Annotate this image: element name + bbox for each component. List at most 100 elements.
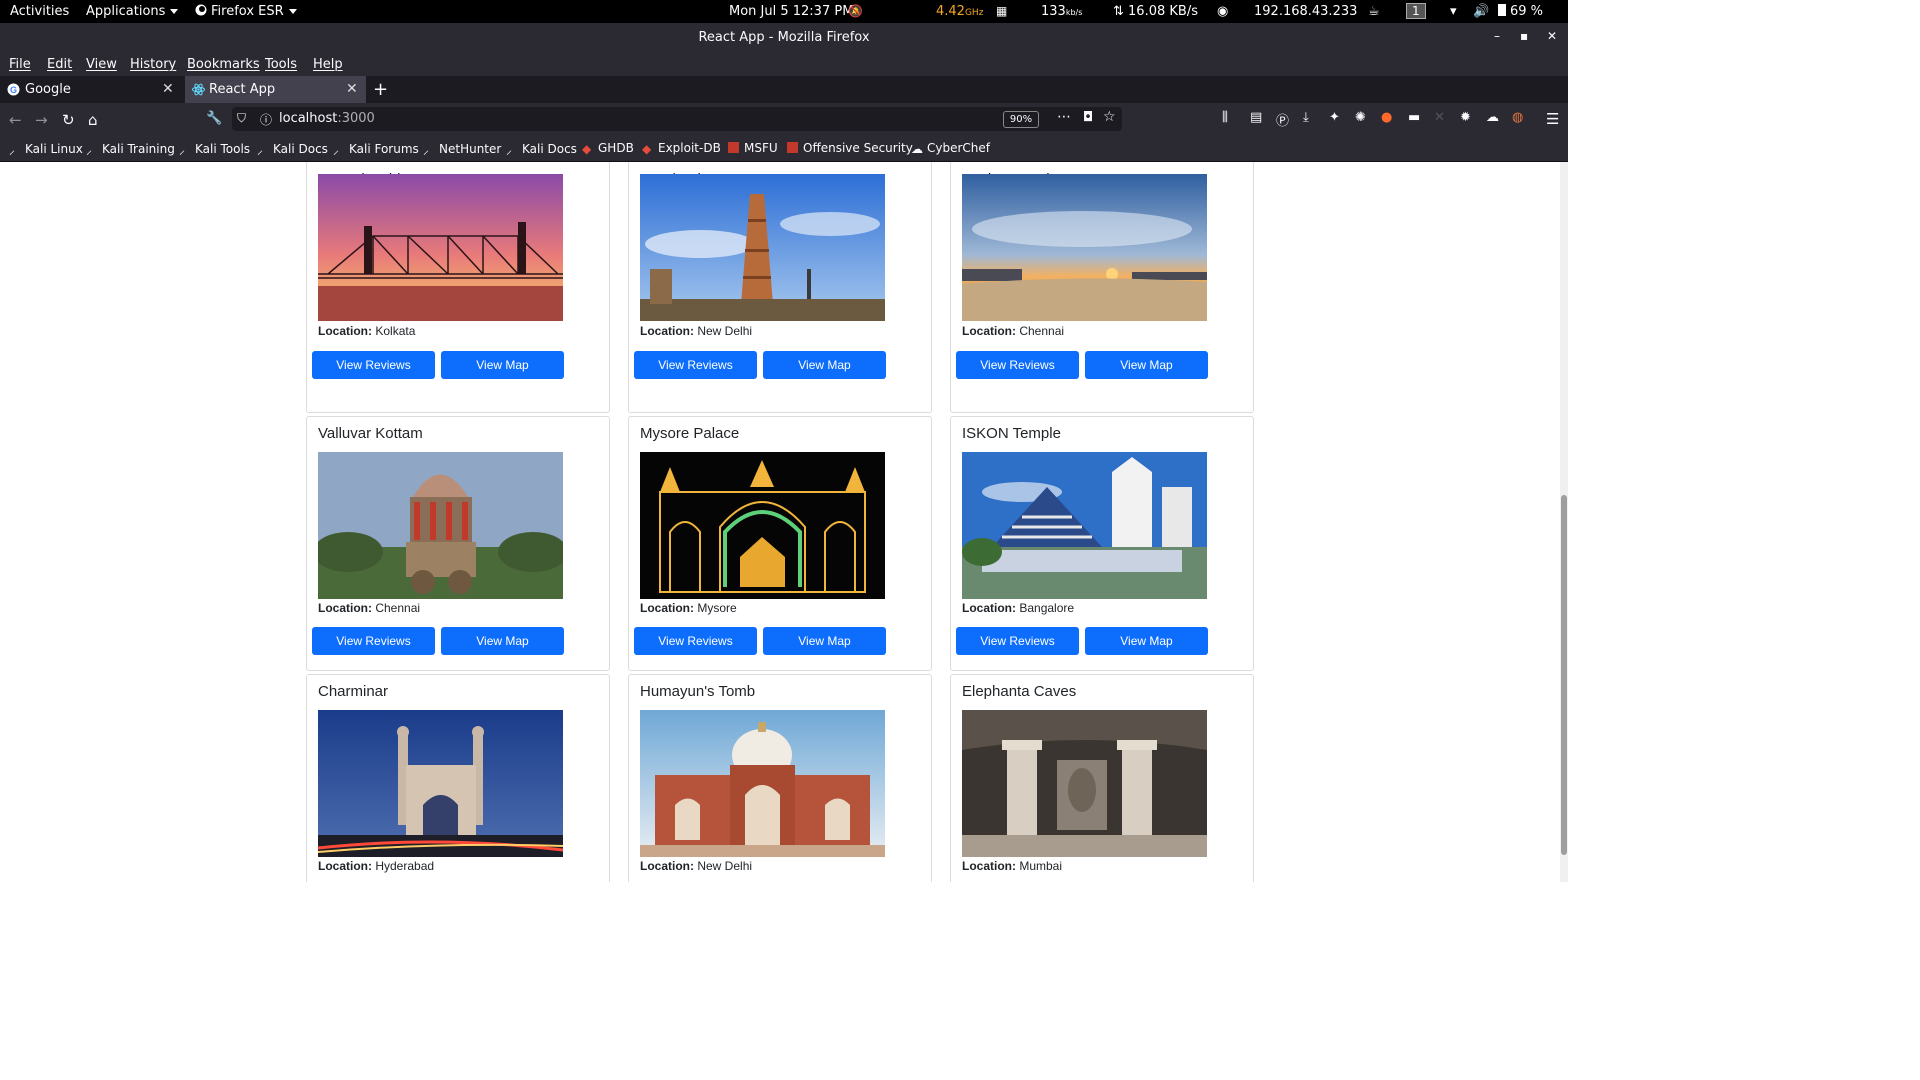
bookmark-label: Kali Docs (522, 142, 577, 156)
minimize-icon[interactable]: – (1494, 29, 1500, 43)
downloads-icon[interactable]: ⤓ (1303, 110, 1309, 125)
scrollbar-thumb[interactable] (1561, 495, 1567, 855)
hamburger-menu-icon[interactable]: ☰ (1546, 110, 1559, 128)
kali-dragon-icon: ⸝ (179, 143, 186, 157)
menu-file[interactable]: File (9, 57, 31, 72)
url-text[interactable]: localhost:3000 (279, 111, 375, 126)
bookmark-star-icon[interactable]: ☆ (1103, 109, 1116, 125)
applications-menu[interactable]: Applications (86, 4, 179, 19)
bookmark-offensive-security[interactable]: Offensive Security (787, 141, 913, 155)
bookmark-cyberchef[interactable]: ☁ CyberChef (911, 141, 990, 156)
bookmark-kali-linux[interactable]: ⸝ Kali Linux (9, 141, 83, 157)
place-title: ISKON Temple (962, 425, 1061, 442)
extension-p-icon[interactable]: Ⓟ (1276, 110, 1289, 129)
humayuns-tomb-image (640, 710, 885, 857)
menu-help[interactable]: Help (313, 57, 343, 72)
firefox-app-menu[interactable]: Firefox ESR (195, 4, 297, 19)
extension-orange-icon[interactable]: ◍ (1512, 110, 1523, 125)
bookmark-kali-forums[interactable]: ⸝ Kali Forums (333, 141, 419, 157)
location-label: Location: (962, 601, 1016, 615)
offsec-icon (787, 142, 798, 153)
view-reviews-button[interactable]: View Reviews (634, 351, 757, 379)
bookmark-kali-training[interactable]: ⸝ Kali Training (86, 141, 175, 157)
menu-bookmarks[interactable]: Bookmarks (187, 57, 260, 72)
extension-cookie-icon[interactable]: ✺ (1355, 110, 1366, 125)
close-tab-icon[interactable]: ✕ (162, 81, 174, 97)
place-card: Howrah Bridge Location: Kolkata View Rev… (306, 162, 610, 413)
library-icon[interactable]: ⫼ (1222, 110, 1228, 125)
url-bar[interactable]: ⛉ ⓘ localhost:3000 90% ⋯ ◘ ☆ (232, 107, 1122, 131)
menu-history[interactable]: History (130, 57, 176, 72)
window-titlebar: React App - Mozilla Firefox – ▪ ✕ (0, 23, 1568, 52)
location-value: New Delhi (697, 859, 753, 873)
zoom-indicator[interactable]: 90% (1003, 111, 1039, 128)
location-value: New Delhi (697, 324, 753, 338)
transfer-value: 16.08 KB/s (1128, 4, 1198, 19)
bookmark-msfu[interactable]: MSFU (728, 141, 778, 155)
tab-google[interactable]: G Google ✕ (0, 76, 183, 103)
home-icon[interactable]: ⌂ (88, 111, 98, 129)
view-map-button[interactable]: View Map (763, 627, 886, 655)
offsec-icon (728, 142, 739, 153)
extension-fox-icon[interactable]: ● (1381, 110, 1392, 125)
menu-tools[interactable]: Tools (265, 57, 297, 72)
clock[interactable]: Mon Jul 5 12:37 PM (729, 4, 853, 19)
view-reviews-button[interactable]: View Reviews (312, 627, 435, 655)
wrench-icon[interactable]: 🔧 (206, 111, 222, 126)
extension-flag-icon[interactable]: ▬ (1408, 110, 1420, 125)
volume-icon: 🔊 (1473, 4, 1490, 19)
extension-cloud-icon[interactable]: ☁ (1486, 110, 1499, 125)
new-tab-icon[interactable]: + (373, 79, 388, 100)
bookmark-kali-docs-2[interactable]: ⸝ Kali Docs (506, 141, 577, 157)
place-card: Marina Beach Location: Chennai View Revi… (950, 162, 1254, 413)
view-reviews-button[interactable]: View Reviews (634, 627, 757, 655)
activities-button[interactable]: Activities (10, 4, 69, 19)
view-map-button[interactable]: View Map (1085, 351, 1208, 379)
extension-gear-icon[interactable]: ✹ (1460, 110, 1471, 125)
howrah-bridge-image (318, 174, 563, 321)
view-reviews-button[interactable]: View Reviews (956, 351, 1079, 379)
site-info-icon[interactable]: ⓘ (260, 111, 272, 128)
menu-edit[interactable]: Edit (47, 57, 72, 72)
tracking-shield-icon[interactable]: ⛉ (237, 111, 246, 126)
pocket-icon[interactable]: ◘ (1083, 110, 1093, 125)
place-image-charminar (318, 710, 563, 857)
view-reviews-button[interactable]: View Reviews (312, 351, 435, 379)
view-reviews-button[interactable]: View Reviews (956, 627, 1079, 655)
back-icon[interactable]: ← (9, 111, 22, 129)
react-icon (192, 83, 205, 96)
bookmark-kali-docs[interactable]: ⸝ Kali Docs (257, 141, 328, 157)
close-icon[interactable]: ✕ (1547, 29, 1557, 43)
kali-dragon-icon: ⸝ (333, 143, 340, 157)
system-monitor-icon: ▦ (996, 4, 1008, 18)
bookmark-label: Kali Training (102, 142, 175, 156)
extension-bird-icon[interactable]: ✦ (1329, 110, 1340, 125)
close-tab-icon[interactable]: ✕ (346, 81, 358, 97)
bookmark-nethunter[interactable]: ⸝ NetHunter (423, 141, 501, 157)
workspace-indicator[interactable]: 1 (1406, 3, 1426, 19)
iskon-temple-image (962, 452, 1207, 599)
place-location: Location: Kolkata (318, 324, 415, 338)
page-viewport: Howrah Bridge Location: Kolkata View Rev… (0, 162, 1560, 882)
bookmark-label: Kali Forums (349, 142, 419, 156)
bookmark-ghdb[interactable]: ◆ GHDB (582, 141, 634, 156)
battery-indicator[interactable]: 69 % (1498, 4, 1543, 19)
view-map-button[interactable]: View Map (1085, 627, 1208, 655)
mysore-palace-image (640, 452, 885, 599)
forward-icon[interactable]: → (35, 111, 48, 129)
reload-icon[interactable]: ↻ (62, 111, 75, 129)
view-map-button[interactable]: View Map (441, 351, 564, 379)
firefox-app-label: Firefox ESR (211, 4, 284, 19)
bookmark-exploit-db[interactable]: ◆ Exploit-DB (642, 141, 721, 156)
extension-disabled-icon[interactable]: ✕ (1434, 110, 1445, 125)
valluvar-kottam-image (318, 452, 563, 599)
sidebar-icon[interactable]: ▤ (1250, 110, 1262, 125)
view-map-button[interactable]: View Map (441, 627, 564, 655)
page-actions-icon[interactable]: ⋯ (1057, 109, 1071, 125)
bookmark-kali-tools[interactable]: ⸝ Kali Tools (179, 141, 251, 157)
view-map-button[interactable]: View Map (763, 351, 886, 379)
menu-view[interactable]: View (86, 57, 117, 72)
bookmark-label: Kali Tools (195, 142, 251, 156)
tab-react-app[interactable]: React App ✕ (185, 76, 366, 103)
maximize-icon[interactable]: ▪ (1520, 29, 1528, 43)
